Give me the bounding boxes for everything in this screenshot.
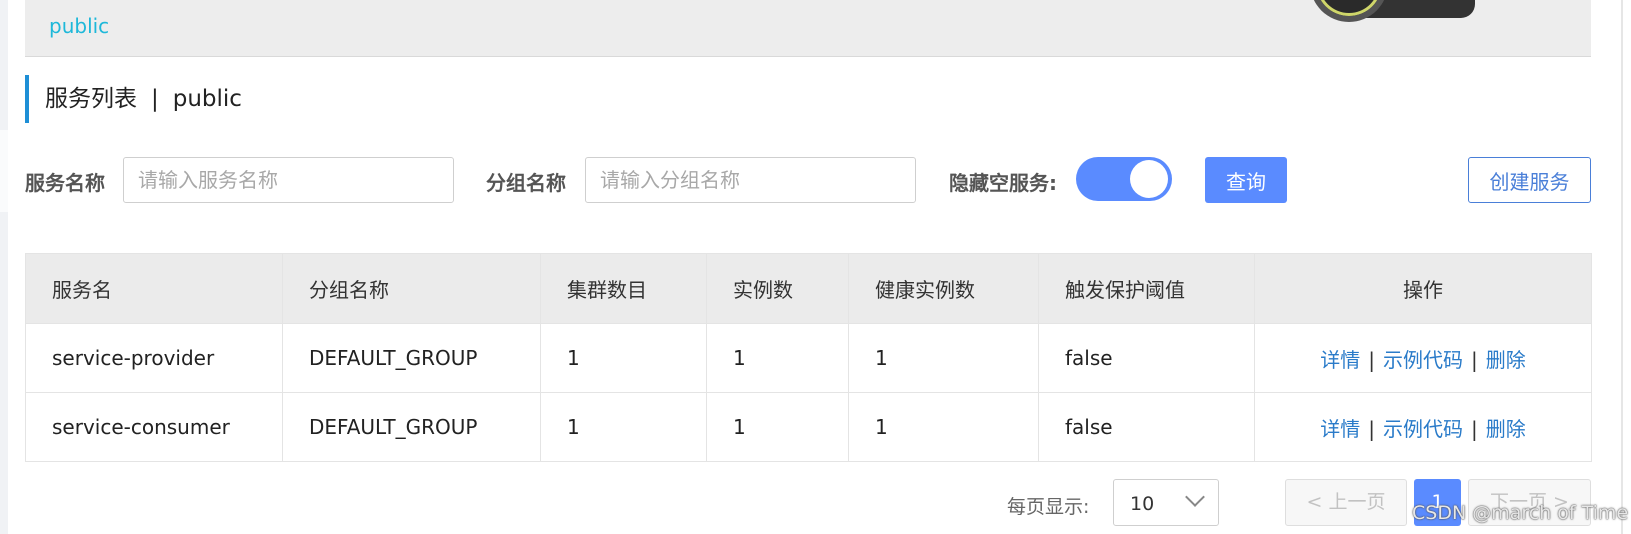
cell-service: service-provider	[25, 323, 283, 393]
cell-healthy: 1	[848, 323, 1039, 393]
action-separator: |	[1471, 416, 1478, 441]
cell-clusters: 1	[540, 392, 707, 462]
cell-group: DEFAULT_GROUP	[282, 392, 541, 462]
group-name-input[interactable]	[585, 157, 916, 203]
page-size-label: 每页显示:	[1007, 496, 1090, 518]
col-header-actions: 操作	[1254, 253, 1592, 324]
cell-service: service-consumer	[25, 392, 283, 462]
cell-actions: 详情 | 示例代码 | 删除	[1254, 392, 1592, 462]
chevron-down-icon	[1185, 487, 1205, 507]
page-size-value: 10	[1130, 493, 1155, 515]
service-list-page: public 服务列表 | public 服务名称 分组名称 隐藏空服务: 查询 创…	[0, 0, 1631, 534]
cell-threshold: false	[1038, 392, 1255, 462]
page-title-namespace: public	[172, 86, 242, 112]
delete-link[interactable]: 删除	[1486, 417, 1526, 441]
floating-speed-widget	[1310, 0, 1486, 22]
sample-code-link[interactable]: 示例代码	[1383, 417, 1463, 441]
delete-link[interactable]: 删除	[1486, 348, 1526, 372]
cell-group: DEFAULT_GROUP	[282, 323, 541, 393]
page-title-separator: |	[151, 86, 159, 112]
toggle-knob	[1130, 160, 1168, 198]
left-sidebar-edge	[0, 0, 8, 534]
page-size-select[interactable]: 10	[1113, 479, 1219, 526]
col-header-healthy: 健康实例数	[848, 253, 1039, 324]
cell-clusters: 1	[540, 323, 707, 393]
watermark: CSDN @march of Time	[1412, 502, 1629, 524]
sample-code-link[interactable]: 示例代码	[1383, 348, 1463, 372]
table-header-row: 服务名 分组名称 集群数目 实例数 健康实例数 触发保护阈值 操作	[25, 253, 1592, 324]
action-separator: |	[1368, 347, 1375, 372]
service-name-label: 服务名称	[25, 171, 105, 195]
cell-instances: 1	[706, 392, 849, 462]
hide-empty-toggle[interactable]	[1076, 157, 1172, 201]
cell-healthy: 1	[848, 392, 1039, 462]
detail-link[interactable]: 详情	[1320, 417, 1360, 441]
cell-threshold: false	[1038, 323, 1255, 393]
col-header-group: 分组名称	[282, 253, 541, 324]
action-separator: |	[1368, 416, 1375, 441]
col-header-threshold: 触发保护阈值	[1038, 253, 1255, 324]
table-row: service-consumer DEFAULT_GROUP 1 1 1 fal…	[25, 392, 1592, 462]
page-title-main: 服务列表	[45, 86, 137, 112]
hide-empty-label: 隐藏空服务:	[949, 171, 1057, 195]
namespace-link-public[interactable]: public	[49, 14, 109, 38]
scrollbar[interactable]	[1592, 0, 1631, 534]
col-header-service: 服务名	[25, 253, 283, 324]
action-separator: |	[1471, 347, 1478, 372]
col-header-clusters: 集群数目	[540, 253, 707, 324]
table-row: service-provider DEFAULT_GROUP 1 1 1 fal…	[25, 323, 1592, 393]
service-name-input[interactable]	[123, 157, 454, 203]
query-button[interactable]: 查询	[1205, 157, 1287, 203]
prev-page-button[interactable]: < 上一页	[1285, 479, 1407, 526]
namespace-bar: public	[25, 0, 1591, 57]
detail-link[interactable]: 详情	[1320, 348, 1360, 372]
group-name-label: 分组名称	[486, 171, 566, 195]
col-header-instances: 实例数	[706, 253, 849, 324]
cell-actions: 详情 | 示例代码 | 删除	[1254, 323, 1592, 393]
create-service-button[interactable]: 创建服务	[1468, 157, 1591, 203]
service-table: 服务名 分组名称 集群数目 实例数 健康实例数 触发保护阈值 操作 servic…	[25, 253, 1592, 462]
cell-instances: 1	[706, 323, 849, 393]
page-title: 服务列表 | public	[25, 75, 242, 123]
